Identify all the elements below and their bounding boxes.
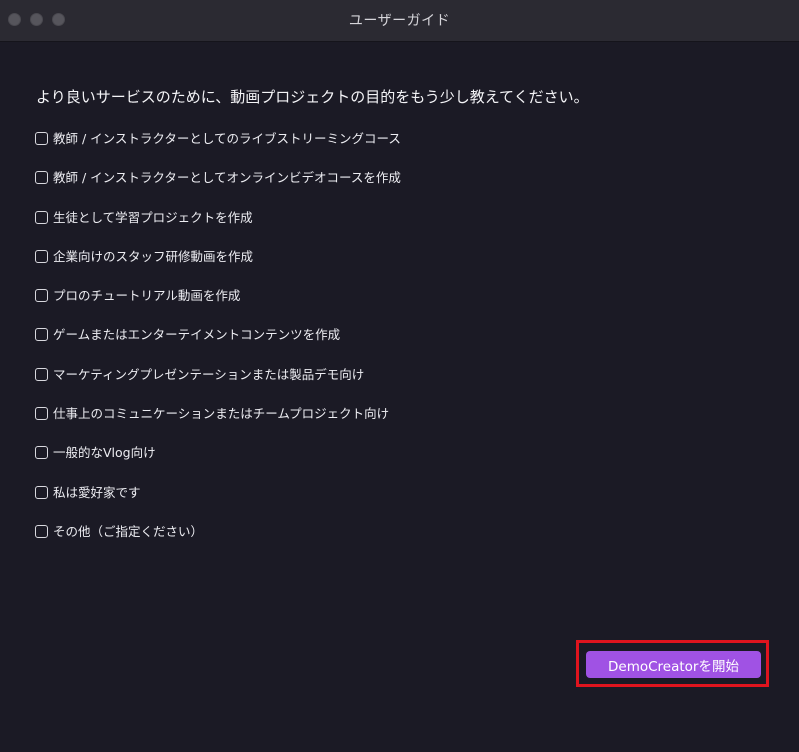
purpose-checkbox[interactable] bbox=[35, 485, 48, 499]
title-bar: ユーザーガイド bbox=[0, 0, 799, 42]
purpose-option[interactable]: 私は愛好家です bbox=[35, 484, 401, 523]
purpose-checkbox[interactable] bbox=[35, 367, 48, 381]
purpose-option[interactable]: 企業向けのスタッフ研修動画を作成 bbox=[35, 248, 401, 287]
purpose-option-label: 生徒として学習プロジェクトを作成 bbox=[53, 209, 253, 225]
purpose-checkbox[interactable] bbox=[35, 446, 48, 460]
purpose-checkbox[interactable] bbox=[35, 524, 48, 538]
window-title: ユーザーガイド bbox=[348, 13, 451, 29]
purpose-option-label: 教師 / インストラクターとしてのライブストリーミングコース bbox=[53, 131, 401, 146]
purpose-option[interactable]: マーケティングプレゼンテーションまたは製品デモ向け bbox=[35, 366, 401, 405]
purpose-option-label: 一般的なVlog向け bbox=[53, 445, 156, 461]
purpose-option-label: ゲームまたはエンターテイメントコンテンツを作成 bbox=[53, 327, 341, 343]
purpose-option[interactable]: プロのチュートリアル動画を作成 bbox=[35, 287, 401, 326]
purpose-option-label: その他（ご指定ください） bbox=[53, 523, 204, 539]
purpose-checkbox[interactable] bbox=[35, 132, 48, 145]
start-democreator-button[interactable]: DemoCreatorを開始 bbox=[586, 651, 761, 678]
purpose-option[interactable]: 生徒として学習プロジェクトを作成 bbox=[35, 209, 401, 248]
purpose-option[interactable]: 教師 / インストラクターとしてオンラインビデオコースを作成 bbox=[35, 169, 401, 208]
purpose-checkbox[interactable] bbox=[35, 210, 48, 224]
purpose-checkbox[interactable] bbox=[35, 249, 48, 263]
purpose-checkbox[interactable] bbox=[35, 289, 48, 303]
purpose-option[interactable]: 一般的なVlog向け bbox=[35, 444, 401, 483]
purpose-option[interactable]: その他（ご指定ください） bbox=[35, 523, 401, 562]
user-guide-window: ユーザーガイド より良いサービスのために、動画プロジェクトの目的をもう少し教えて… bbox=[0, 0, 799, 752]
purpose-option[interactable]: 仕事上のコミュニケーションまたはチームプロジェクト向け bbox=[35, 405, 401, 444]
purpose-option-label: 教師 / インストラクターとしてオンラインビデオコースを作成 bbox=[53, 170, 401, 186]
purpose-option-label: 企業向けのスタッフ研修動画を作成 bbox=[53, 248, 254, 264]
purpose-option-label: マーケティングプレゼンテーションまたは製品デモ向け bbox=[53, 366, 365, 382]
purpose-options-list: 教師 / インストラクターとしてのライブストリーミングコース 教師 / インスト… bbox=[35, 130, 401, 562]
survey-question: より良いサービスのために、動画プロジェクトの目的をもう少し教えてください。 bbox=[36, 88, 589, 106]
purpose-option[interactable]: ゲームまたはエンターテイメントコンテンツを作成 bbox=[35, 326, 401, 365]
purpose-checkbox[interactable] bbox=[35, 171, 48, 185]
purpose-option-label: プロのチュートリアル動画を作成 bbox=[53, 288, 241, 304]
purpose-checkbox[interactable] bbox=[35, 407, 48, 421]
purpose-option-label: 私は愛好家です bbox=[53, 484, 141, 500]
purpose-option-label: 仕事上のコミュニケーションまたはチームプロジェクト向け bbox=[53, 406, 390, 422]
purpose-option[interactable]: 教師 / インストラクターとしてのライブストリーミングコース bbox=[35, 130, 401, 169]
purpose-checkbox[interactable] bbox=[35, 328, 48, 342]
